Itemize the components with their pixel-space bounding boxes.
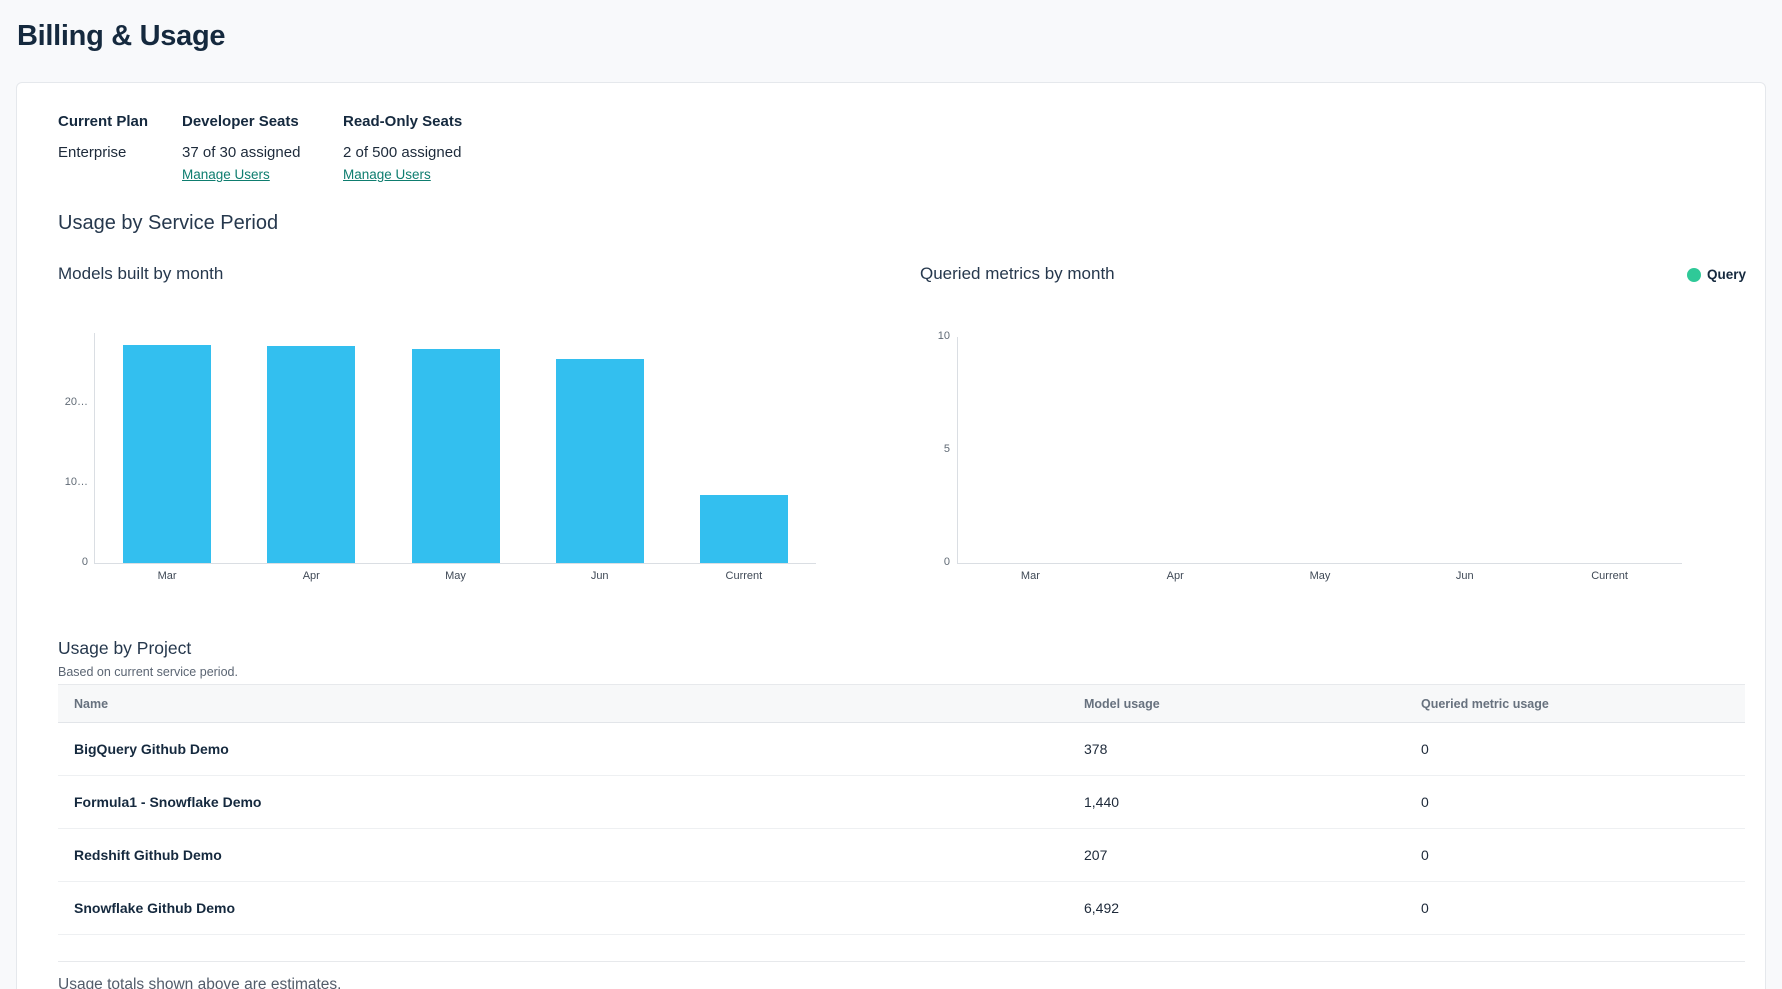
project-name: Formula1 - Snowflake Demo [58, 776, 1068, 829]
x-label-apr: Apr [1103, 570, 1248, 582]
bar-apr [267, 346, 355, 563]
table-row: BigQuery Github Demo 378 0 [58, 723, 1745, 776]
metrics-chart-months: MarAprMayJunCurrent [958, 570, 1682, 584]
metrics-chart-tick-0: 0 [918, 556, 950, 568]
usage-by-project-title: Usage by Project [58, 638, 191, 659]
x-label-apr: Apr [239, 570, 383, 582]
queried-metric-usage-value: 0 [1405, 829, 1745, 882]
bar-mar [123, 345, 211, 563]
column-header-name: Name [58, 685, 1068, 723]
x-label-current: Current [672, 570, 816, 582]
queried-metric-usage-value: 0 [1405, 776, 1745, 829]
model-usage-value: 207 [1068, 829, 1405, 882]
models-chart-months: MarAprMayJunCurrent [95, 570, 816, 584]
table-row: Redshift Github Demo 207 0 [58, 829, 1745, 882]
metrics-chart-tick-10: 10 [918, 330, 950, 342]
page-title: Billing & Usage [17, 18, 225, 54]
bar-current [700, 495, 788, 563]
manage-developer-users-link[interactable]: Manage Users [182, 167, 270, 182]
bar-may [412, 349, 500, 563]
readonly-seats-label: Read-Only Seats [343, 113, 462, 130]
usage-estimates-note: Usage totals shown above are estimates. [58, 975, 341, 989]
queried-metric-usage-value: 0 [1405, 882, 1745, 935]
project-name: BigQuery Github Demo [58, 723, 1068, 776]
query-legend-dot-icon [1687, 268, 1701, 282]
metrics-chart-bars [958, 337, 1682, 563]
current-plan-label: Current Plan [58, 113, 148, 130]
model-usage-value: 6,492 [1068, 882, 1405, 935]
project-usage-table: Name Model usage Queried metric usage Bi… [58, 684, 1745, 935]
models-chart-x-axis-line [94, 563, 816, 564]
models-built-chart-title: Models built by month [58, 264, 223, 284]
x-label-current: Current [1537, 570, 1682, 582]
x-label-jun: Jun [528, 570, 672, 582]
metrics-chart-x-axis-line [957, 563, 1682, 564]
chart-legend: Query [1687, 267, 1746, 282]
models-chart-bars [95, 330, 816, 563]
bar-jun [556, 359, 644, 563]
x-label-mar: Mar [958, 570, 1103, 582]
model-usage-value: 378 [1068, 723, 1405, 776]
x-label-may: May [383, 570, 527, 582]
project-name: Redshift Github Demo [58, 829, 1068, 882]
developer-seats-value: 37 of 30 assigned [182, 144, 300, 161]
manage-readonly-users-link[interactable]: Manage Users [343, 167, 431, 182]
x-label-may: May [1248, 570, 1393, 582]
models-chart-tick-10k: 10… [56, 476, 88, 488]
models-chart-tick-20k: 20… [56, 396, 88, 408]
model-usage-value: 1,440 [1068, 776, 1405, 829]
column-header-queried-metric-usage: Queried metric usage [1405, 685, 1745, 723]
usage-by-project-subtitle: Based on current service period. [58, 665, 238, 679]
bottom-divider [58, 961, 1745, 962]
metrics-chart-tick-5: 5 [918, 443, 950, 455]
models-chart-tick-0: 0 [56, 556, 88, 568]
developer-seats-label: Developer Seats [182, 113, 299, 130]
column-header-model-usage: Model usage [1068, 685, 1405, 723]
billing-usage-page: Billing & Usage Current Plan Developer S… [0, 0, 1782, 989]
readonly-seats-value: 2 of 500 assigned [343, 144, 461, 161]
queried-metric-usage-value: 0 [1405, 723, 1745, 776]
x-label-jun: Jun [1392, 570, 1537, 582]
table-row: Snowflake Github Demo 6,492 0 [58, 882, 1745, 935]
table-row: Formula1 - Snowflake Demo 1,440 0 [58, 776, 1745, 829]
queried-metrics-chart-title: Queried metrics by month [920, 264, 1115, 284]
query-legend-label: Query [1707, 267, 1746, 282]
x-label-mar: Mar [95, 570, 239, 582]
usage-by-service-period-title: Usage by Service Period [58, 212, 278, 235]
current-plan-value: Enterprise [58, 144, 126, 161]
project-name: Snowflake Github Demo [58, 882, 1068, 935]
table-header-row: Name Model usage Queried metric usage [58, 685, 1745, 723]
